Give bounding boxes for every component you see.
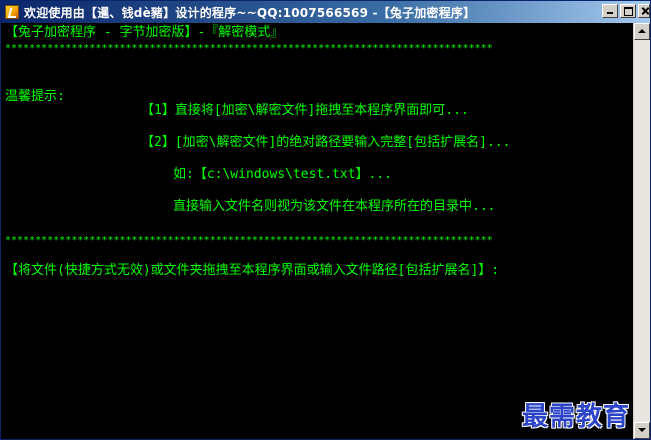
- tip-1: 【1】直接将[加密\解密文件]拖拽至本程序界面即可...: [141, 103, 469, 118]
- close-button[interactable]: [638, 4, 650, 18]
- console-header: 【兔子加密程序 - 字节加密版】-『解密模式』: [5, 25, 284, 40]
- tip-2-note: 直接输入文件名则视为该文件在本程序所在的目录中...: [173, 199, 496, 214]
- app-icon[interactable]: [5, 5, 19, 19]
- window-controls: [602, 4, 650, 18]
- tip-2: 【2】[加密\解密文件]的绝对路径要输入完整[包括扩展名]...: [141, 135, 511, 150]
- minimize-button[interactable]: [602, 4, 618, 18]
- vertical-scrollbar[interactable]: [633, 23, 650, 439]
- console-window: 欢迎使用由【暹、钱dè豬】设计的程序~~QQ:1007566569 -【兔子加密…: [0, 0, 651, 440]
- separator-top: ****************************************…: [5, 43, 493, 54]
- console-output[interactable]: 【兔子加密程序 - 字节加密版】-『解密模式』 ****************…: [1, 23, 633, 439]
- input-prompt: 【将文件(快捷方式无效)或文件夹拖拽至本程序界面或输入文件路径[包括扩展名]】:: [5, 263, 500, 278]
- tip-label: 温馨提示:: [5, 89, 65, 104]
- separator-bottom: ****************************************…: [5, 235, 493, 246]
- title-bar[interactable]: 欢迎使用由【暹、钱dè豬】设计的程序~~QQ:1007566569 -【兔子加密…: [1, 1, 650, 23]
- maximize-button[interactable]: [620, 4, 636, 18]
- window-title: 欢迎使用由【暹、钱dè豬】设计的程序~~QQ:1007566569 -【兔子加密…: [24, 5, 476, 20]
- scroll-up-icon[interactable]: [634, 23, 650, 40]
- watermark-logo: 最需教育: [521, 402, 630, 432]
- tip-2-example: 如:【c:\windows\test.txt】...: [173, 167, 393, 182]
- scroll-down-icon[interactable]: [634, 422, 650, 439]
